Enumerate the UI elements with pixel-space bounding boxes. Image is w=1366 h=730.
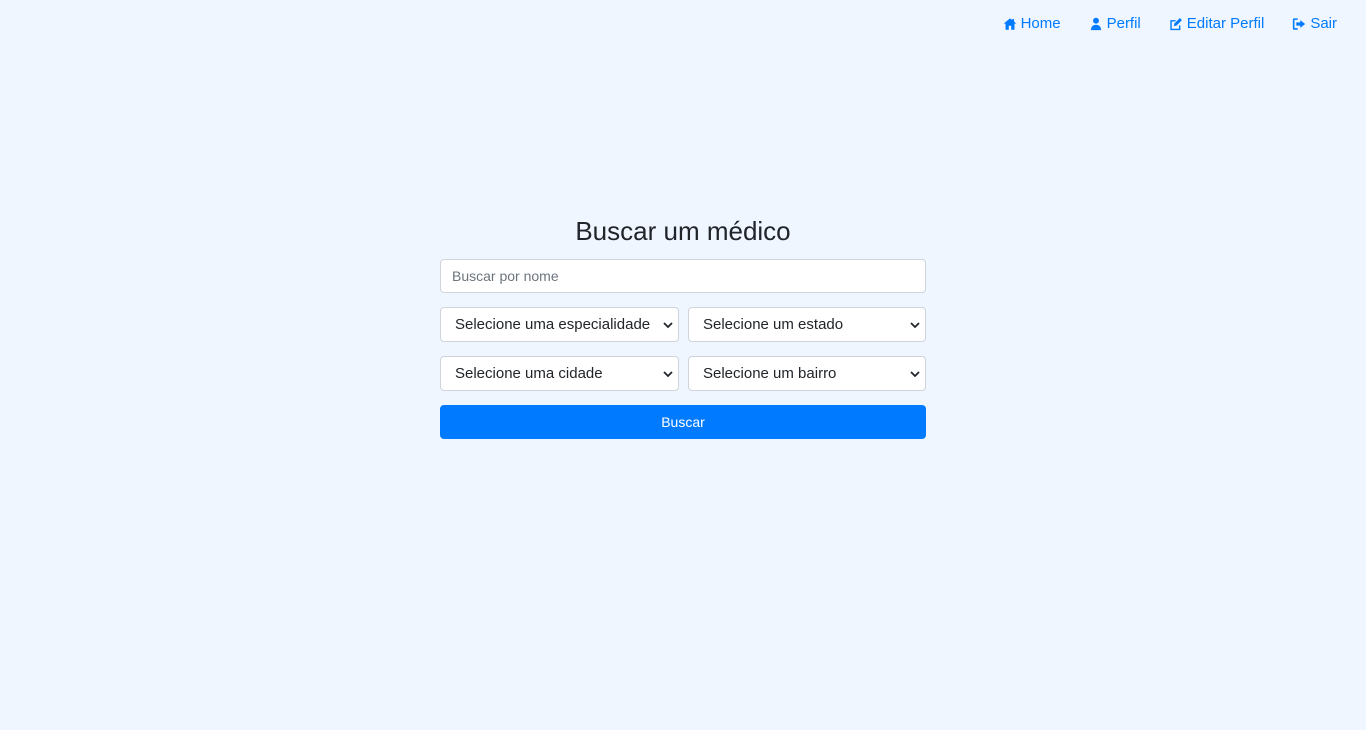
chevron-down-icon xyxy=(910,369,920,379)
nav-home-label: Home xyxy=(1020,15,1061,32)
city-select[interactable]: Selecione uma cidade xyxy=(440,356,679,391)
chevron-down-icon xyxy=(663,320,673,330)
filters-row-1: Selecione uma especialidade Selecione um… xyxy=(440,307,926,342)
nav-edit-profile-label: Editar Perfil xyxy=(1186,15,1265,32)
filters-row-2: Selecione uma cidade Selecione um bairro xyxy=(440,356,926,391)
search-button[interactable]: Buscar xyxy=(440,405,926,439)
chevron-down-icon xyxy=(910,320,920,330)
nav-logout-label: Sair xyxy=(1310,15,1337,32)
state-select-value: Selecione um estado xyxy=(703,316,844,333)
city-select-value: Selecione uma cidade xyxy=(455,365,603,382)
doctor-search-form: Buscar um médico Selecione uma especiali… xyxy=(440,212,926,439)
nav-home-link[interactable]: Home xyxy=(1003,14,1061,34)
specialty-select-value: Selecione uma especialidade xyxy=(455,316,651,333)
user-icon xyxy=(1089,17,1103,31)
edit-icon xyxy=(1169,17,1183,31)
nav-edit-profile-link[interactable]: Editar Perfil xyxy=(1169,14,1265,34)
nav-profile-link[interactable]: Perfil xyxy=(1089,14,1141,34)
chevron-down-icon xyxy=(663,369,673,379)
page: Home Perfil Editar Perfil Sair Buscar um… xyxy=(0,0,1366,730)
name-search-input[interactable] xyxy=(440,259,926,293)
nav-profile-label: Perfil xyxy=(1106,15,1141,32)
state-select[interactable]: Selecione um estado xyxy=(688,307,926,342)
nav-logout-link[interactable]: Sair xyxy=(1292,14,1337,34)
neighborhood-select[interactable]: Selecione um bairro xyxy=(688,356,926,391)
specialty-select[interactable]: Selecione uma especialidade xyxy=(440,307,679,342)
neighborhood-select-value: Selecione um bairro xyxy=(703,365,837,382)
sign-out-icon xyxy=(1292,17,1306,31)
top-nav: Home Perfil Editar Perfil Sair xyxy=(1003,14,1337,34)
page-title: Buscar um médico xyxy=(575,216,791,246)
home-icon xyxy=(1003,17,1017,31)
